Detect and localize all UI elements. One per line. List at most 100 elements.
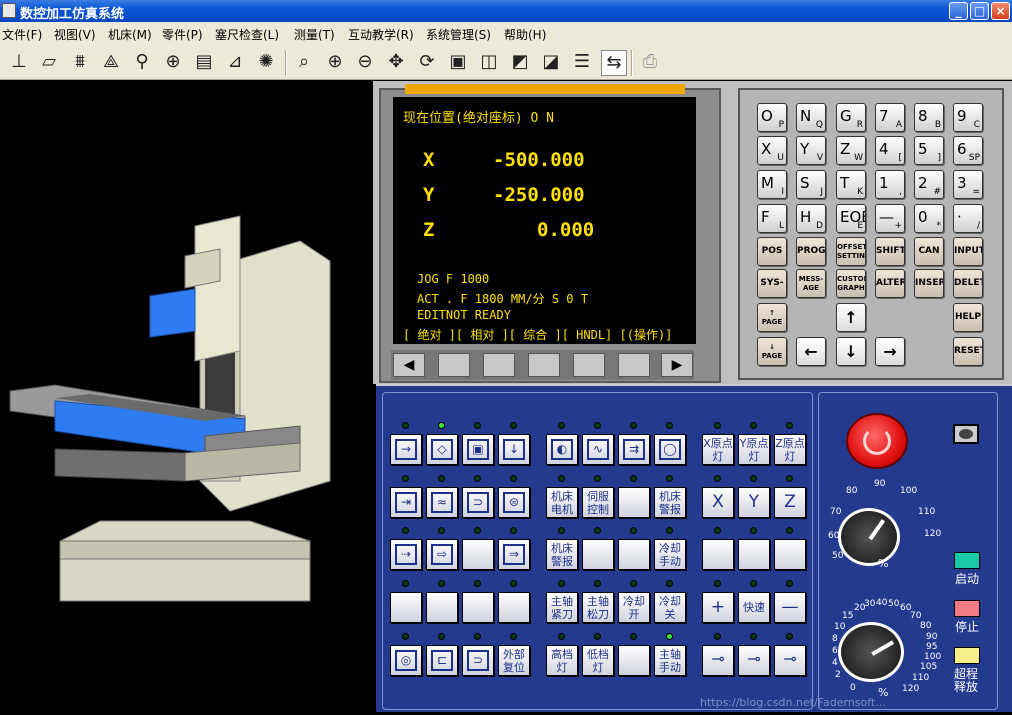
zoom-out-icon[interactable]: ⊖ bbox=[352, 50, 378, 76]
menu-feeler-check[interactable]: 塞尺检查(L) bbox=[215, 26, 279, 43]
mdi-mode-button[interactable]: ▣ bbox=[462, 434, 494, 465]
tool-release-button[interactable]: ◯ bbox=[654, 434, 686, 465]
overtravel-release-button[interactable] bbox=[954, 647, 980, 664]
key-7[interactable]: 7A bbox=[875, 103, 905, 132]
key-z[interactable]: ZW bbox=[836, 136, 866, 165]
blank-button[interactable] bbox=[618, 645, 650, 676]
cycle-stop-button[interactable]: ⊏ bbox=[426, 645, 458, 676]
home-lamp-x[interactable]: X原点灯 bbox=[702, 434, 734, 465]
key-t[interactable]: TK bbox=[836, 170, 866, 199]
key-9[interactable]: 9C bbox=[953, 103, 983, 132]
key-x[interactable]: XU bbox=[757, 136, 787, 165]
panel-function-button[interactable]: 低档灯 bbox=[582, 645, 614, 676]
machine-icon[interactable]: ▤ bbox=[191, 50, 217, 76]
key-0[interactable]: 0 * bbox=[914, 204, 944, 233]
key-insert[interactable]: INSERT bbox=[914, 269, 944, 298]
external-reset-button[interactable]: 外部复位 bbox=[498, 645, 530, 676]
maximize-button[interactable]: □ bbox=[970, 2, 989, 20]
key-—[interactable]: — + bbox=[875, 204, 905, 233]
panel-function-button[interactable]: 机床警报 bbox=[654, 487, 686, 518]
key-8[interactable]: 8B bbox=[914, 103, 944, 132]
blank-button[interactable] bbox=[774, 539, 806, 570]
key-left[interactable]: ← bbox=[796, 337, 826, 366]
key-offsetsetting[interactable]: OFFSET SETTING bbox=[836, 237, 866, 266]
coolant-button[interactable]: ∿ bbox=[582, 434, 614, 465]
key-n[interactable]: NQ bbox=[796, 103, 826, 132]
panel-function-button[interactable]: 主轴松刀 bbox=[582, 592, 614, 623]
single-block-button[interactable]: ⇥ bbox=[390, 487, 422, 518]
blank-button[interactable] bbox=[582, 539, 614, 570]
menu-help[interactable]: 帮助(H) bbox=[504, 26, 546, 43]
jog-plus-button[interactable]: + bbox=[702, 592, 734, 623]
clamp-icon[interactable]: ⩩ bbox=[67, 50, 93, 76]
panel-function-button[interactable]: 主轴手动 bbox=[654, 645, 686, 676]
iso-view-icon[interactable]: ◫ bbox=[476, 50, 502, 76]
key-down[interactable]: ↓ bbox=[836, 337, 866, 366]
key-delete[interactable]: DELETE bbox=[953, 269, 983, 298]
feed-button[interactable]: ⇉ bbox=[618, 434, 650, 465]
workpiece-icon[interactable]: ▱ bbox=[36, 50, 62, 76]
side-view-icon[interactable]: ◩ bbox=[507, 50, 533, 76]
menu-measure[interactable]: 测量(T) bbox=[294, 26, 335, 43]
key-h[interactable]: HD bbox=[796, 204, 826, 233]
spindle-stop-button[interactable]: ⊸ bbox=[738, 645, 770, 676]
cycle-start-button[interactable]: ◎ bbox=[390, 645, 422, 676]
blank-button[interactable] bbox=[426, 592, 458, 623]
top-view-icon[interactable]: ◪ bbox=[538, 50, 564, 76]
key-shift[interactable]: SHIFT bbox=[875, 237, 905, 266]
blank-button[interactable] bbox=[738, 539, 770, 570]
menu-machine[interactable]: 机床(M) bbox=[108, 26, 152, 43]
stop-button[interactable] bbox=[954, 600, 980, 617]
menu-part[interactable]: 零件(P) bbox=[162, 26, 203, 43]
key-·[interactable]: · / bbox=[953, 204, 983, 233]
list-icon[interactable]: ☰ bbox=[569, 50, 595, 76]
softkey-4[interactable] bbox=[573, 353, 605, 377]
handwheel-toggle[interactable] bbox=[953, 424, 979, 444]
panel-function-button[interactable]: 伺服控制 bbox=[582, 487, 614, 518]
blank-button[interactable] bbox=[462, 539, 494, 570]
key-right[interactable]: → bbox=[875, 337, 905, 366]
softkey-3[interactable] bbox=[528, 353, 560, 377]
dnc-mode-button[interactable]: ↓ bbox=[498, 434, 530, 465]
key-reset[interactable]: RESET bbox=[953, 337, 983, 366]
menu-file[interactable]: 文件(F) bbox=[2, 26, 42, 43]
key-input[interactable]: INPUT bbox=[953, 237, 983, 266]
rotate-icon[interactable]: ⟳ bbox=[414, 50, 440, 76]
softkey-2[interactable] bbox=[483, 353, 515, 377]
key-o[interactable]: OP bbox=[757, 103, 787, 132]
measure-icon[interactable]: ⊿ bbox=[222, 50, 248, 76]
machine-3d-viewport[interactable] bbox=[0, 81, 373, 712]
key-up[interactable]: ↑ bbox=[836, 303, 866, 332]
front-view-icon[interactable]: ▣ bbox=[445, 50, 471, 76]
menu-view[interactable]: 视图(V) bbox=[54, 26, 96, 43]
key-pos[interactable]: POS bbox=[757, 237, 787, 266]
minimize-button[interactable]: _ bbox=[949, 2, 968, 20]
start-button[interactable] bbox=[954, 552, 980, 569]
softkey-1[interactable] bbox=[438, 353, 470, 377]
key-help[interactable]: HELP bbox=[953, 303, 983, 332]
skip-block-button[interactable]: ≈ bbox=[426, 487, 458, 518]
key-eob[interactable]: EOBE bbox=[836, 204, 866, 233]
auto-mode-button[interactable]: → bbox=[390, 434, 422, 465]
softkey-next-button[interactable]: ▶ bbox=[661, 353, 693, 377]
blank-button[interactable] bbox=[618, 539, 650, 570]
emergency-stop-button[interactable] bbox=[846, 413, 908, 469]
key-6[interactable]: 6 SP bbox=[953, 136, 983, 165]
spindle-override-dial[interactable] bbox=[838, 622, 904, 682]
blank-button[interactable] bbox=[702, 539, 734, 570]
optional-stop-button[interactable]: ⊃ bbox=[462, 487, 494, 518]
panel-function-button[interactable]: 冷却手动 bbox=[654, 539, 686, 570]
panel-function-button[interactable]: 冷却关 bbox=[654, 592, 686, 623]
key-f[interactable]: FL bbox=[757, 204, 787, 233]
axis-x-button[interactable]: X bbox=[702, 487, 734, 518]
light-icon[interactable]: ✺ bbox=[253, 50, 279, 76]
panel-function-button[interactable]: 主轴紧刀 bbox=[546, 592, 578, 623]
key-page-down[interactable]: ↓ PAGE bbox=[757, 337, 787, 366]
home-lamp-y[interactable]: Y原点灯 bbox=[738, 434, 770, 465]
zoom-icon[interactable]: ⌕ bbox=[291, 50, 317, 76]
home-lamp-z[interactable]: Z原点灯 bbox=[774, 434, 806, 465]
axis-z-button[interactable]: Z bbox=[774, 487, 806, 518]
key-s[interactable]: SJ bbox=[796, 170, 826, 199]
key-3[interactable]: 3 = bbox=[953, 170, 983, 199]
close-button[interactable]: × bbox=[991, 2, 1010, 20]
